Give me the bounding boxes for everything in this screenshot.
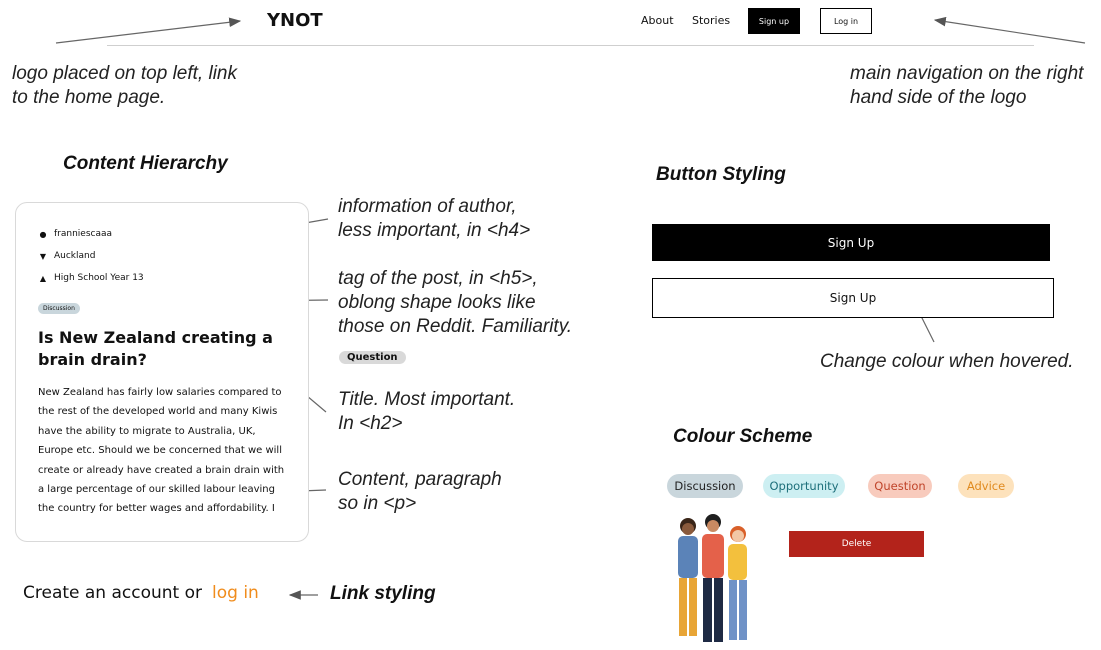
content-note-line-2: so in <p> [338,493,417,514]
nav-signup-button[interactable]: Sign up [748,8,800,34]
post-card[interactable]: ● franniescaaa ▼ Auckland ▲ High School … [15,202,309,542]
author-location: Auckland [54,251,96,261]
location-pin-icon: ▼ [39,251,47,261]
swatch-discussion[interactable]: Discussion [667,474,743,498]
logo-note-line-1: logo placed on top left, link [12,63,237,84]
swatch-question[interactable]: Question [868,474,932,498]
author-row: ● franniescaaa [38,229,113,239]
nav-login-button[interactable]: Log in [820,8,872,34]
swatch-advice[interactable]: Advice [958,474,1014,498]
author-school: High School Year 13 [54,273,144,283]
author-note: information of author, less important, i… [338,195,530,243]
site-logo[interactable]: YNOT [267,10,323,31]
school-row: ▲ High School Year 13 [38,273,144,283]
logo-note: logo placed on top left, link to the hom… [12,62,237,110]
people-illustration [678,514,747,642]
title-note: Title. Most important. In <h2> [338,388,515,436]
nav-note-line-1: main navigation on the right [850,63,1084,84]
question-tag[interactable]: Question [339,351,406,364]
hover-note: Change colour when hovered. [820,351,1074,372]
tag-note-line-1: tag of the post, in <h5>, [338,268,538,289]
nav-link-stories[interactable]: Stories [692,14,730,27]
title-note-line-2: In <h2> [338,413,403,434]
logo-note-line-2: to the home page. [12,87,166,108]
link-styling-heading: Link styling [330,583,436,604]
tag-note-line-3: those on Reddit. Familiarity. [338,316,573,337]
location-row: ▼ Auckland [38,251,96,261]
tag-note-line-2: oblong shape looks like [338,292,536,313]
author-note-line-2: less important, in <h4> [338,220,531,241]
content-note: Content, paragraph so in <p> [338,468,502,516]
author-name[interactable]: franniescaaa [54,229,112,239]
login-link[interactable]: log in [212,583,259,603]
nav-divider [107,45,1034,46]
nav-note-line-2: hand side of the logo [850,87,1027,108]
user-icon: ● [39,229,47,239]
tag-note: tag of the post, in <h5>, oblong shape l… [338,267,572,339]
content-note-line-1: Content, paragraph [338,469,502,490]
signup-filled-button[interactable]: Sign Up [652,224,1050,261]
create-account-text: Create an account or [23,583,203,603]
button-styling-heading: Button Styling [656,164,786,185]
post-body: New Zealand has fairly low salaries comp… [38,387,285,515]
colour-scheme-heading: Colour Scheme [673,426,813,447]
content-hierarchy-heading: Content Hierarchy [63,153,228,174]
nav-link-about[interactable]: About [641,14,674,27]
post-title[interactable]: Is New Zealand creating a brain drain? [38,327,288,371]
title-note-line-1: Title. Most important. [338,389,516,410]
post-tag[interactable]: Discussion [38,303,80,314]
graduation-cap-icon: ▲ [39,273,47,283]
nav-note: main navigation on the right hand side o… [850,62,1083,110]
author-note-line-1: information of author, [338,196,517,217]
signup-outline-button[interactable]: Sign Up [652,278,1054,318]
delete-button[interactable]: Delete [789,531,924,557]
swatch-opportunity[interactable]: Opportunity [763,474,845,498]
link-styling-example: Create an account or log in [23,583,259,603]
